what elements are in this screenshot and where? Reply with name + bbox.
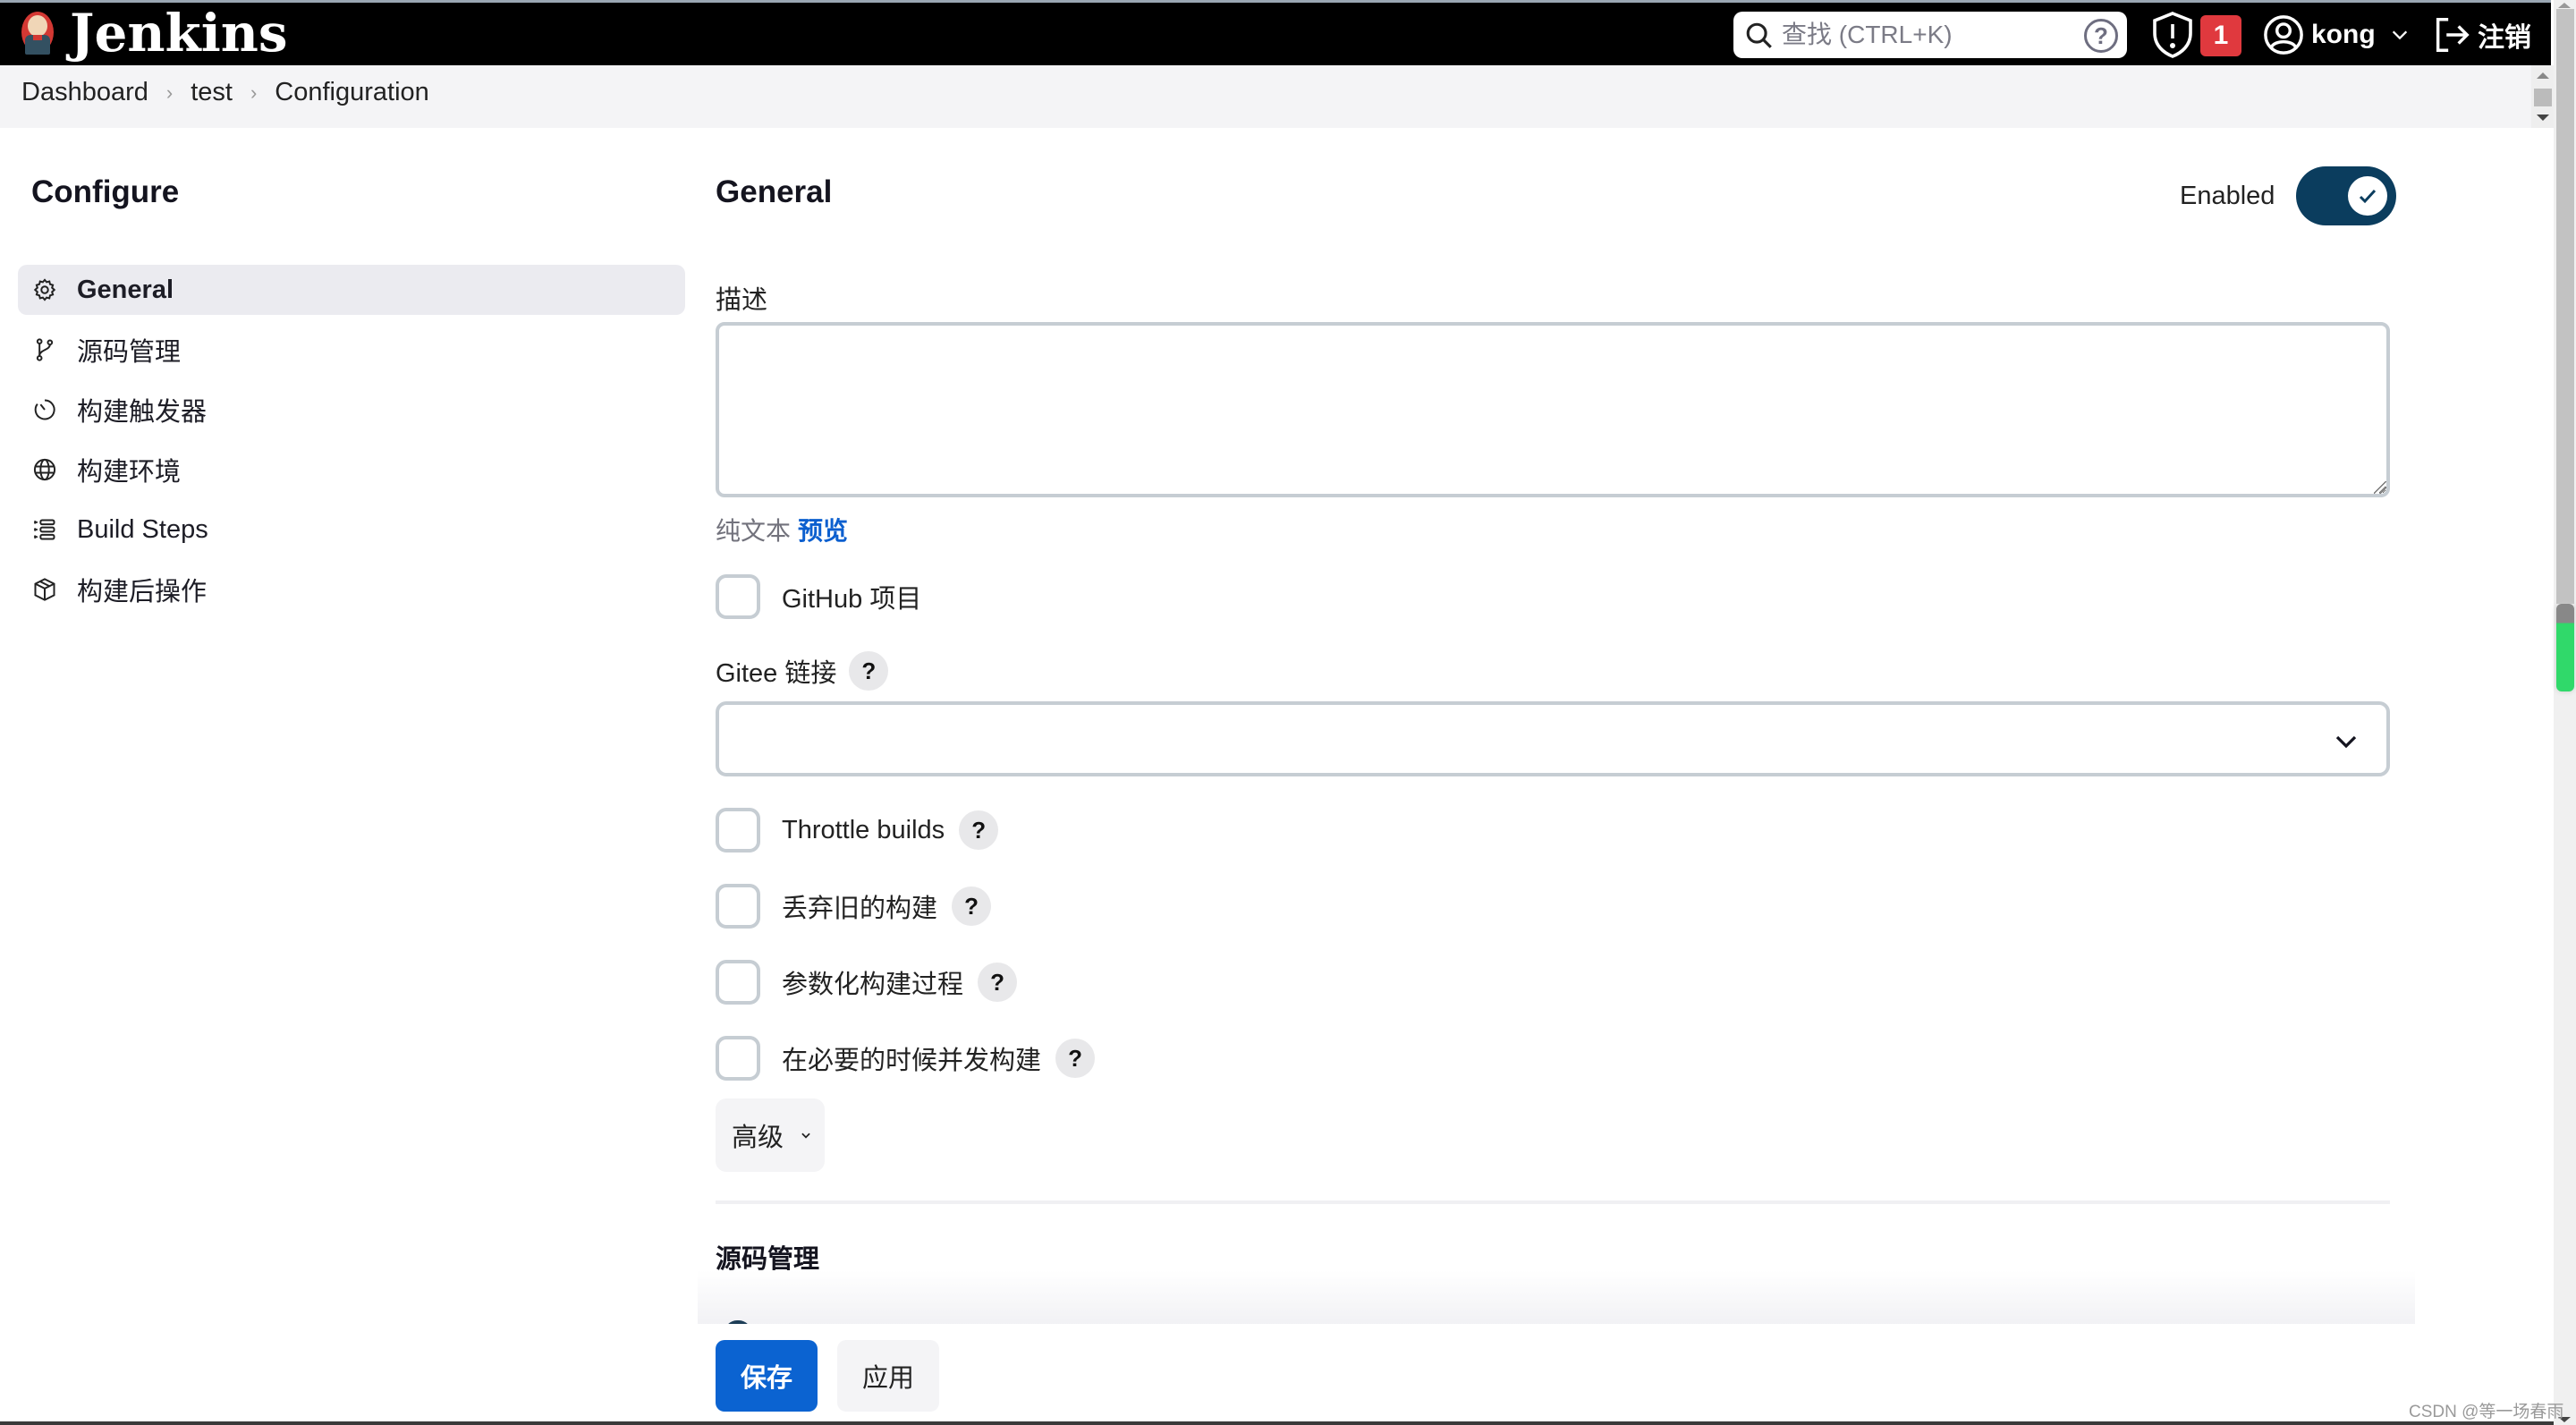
section-divider xyxy=(716,1200,2390,1204)
help-icon[interactable]: ? xyxy=(978,963,1018,1002)
page-scrollbar[interactable] xyxy=(2554,0,2576,1425)
format-plain-text: 纯文本 xyxy=(716,517,792,545)
username: kong xyxy=(2311,20,2376,49)
sidebar-item-scm[interactable]: 源码管理 xyxy=(18,325,685,375)
package-icon xyxy=(34,578,55,601)
sidebar-item-build-environment[interactable]: 构建环境 xyxy=(18,445,685,495)
option-label: 参数化构建过程 xyxy=(782,971,964,999)
toggle-knob xyxy=(2348,176,2388,216)
gitee-connection-select[interactable] xyxy=(716,701,2390,776)
scroll-up-arrow-icon[interactable] xyxy=(2558,3,2571,8)
help-icon[interactable]: ? xyxy=(849,651,889,691)
breadcrumb-bar: Dashboard › test › Configuration xyxy=(0,65,2531,128)
top-navbar: Jenkins ? 1 kong 注销 xyxy=(0,0,2551,65)
sidebar-nav: General 源码管理 构建触发器 构建环境 Build Steps 构建后操… xyxy=(18,265,685,624)
option-label: 丢弃旧的构建 xyxy=(782,895,938,923)
discard-old-builds-checkbox[interactable] xyxy=(716,884,760,929)
breadcrumb: Dashboard › test › Configuration xyxy=(21,78,429,107)
bottom-action-bar xyxy=(698,1324,2551,1425)
gitee-connection-label-group: Gitee 链接 ? xyxy=(716,651,889,691)
gitee-connection-label: Gitee 链接 xyxy=(716,659,837,688)
sidebar-item-general[interactable]: General xyxy=(18,265,685,315)
breadcrumb-configuration[interactable]: Configuration xyxy=(275,78,429,107)
user-menu[interactable]: kong xyxy=(2263,10,2410,60)
advanced-label: 高级 xyxy=(732,1124,784,1152)
option-row: 丢弃旧的构建 ? xyxy=(716,884,992,929)
option-label: Throttle builds xyxy=(782,815,945,844)
search-help-icon[interactable]: ? xyxy=(2084,19,2118,53)
github-project-option: GitHub 项目 xyxy=(716,574,921,619)
sidebar-item-label: 构建环境 xyxy=(77,458,182,487)
breadcrumb-dashboard[interactable]: Dashboard xyxy=(21,78,148,107)
chevron-down-icon xyxy=(2392,30,2407,40)
security-shield-icon[interactable] xyxy=(2151,12,2194,58)
concurrent-builds-checkbox[interactable] xyxy=(716,1036,760,1081)
logout-button[interactable]: 注销 xyxy=(2431,10,2531,60)
logout-label: 注销 xyxy=(2478,23,2531,53)
breadcrumb-separator-icon: › xyxy=(165,81,174,104)
sidebar-item-label: Build Steps xyxy=(77,514,208,544)
advanced-button[interactable]: 高级 xyxy=(716,1098,825,1172)
github-project-label: GitHub 项目 xyxy=(782,585,922,614)
breadcrumb-separator-icon: › xyxy=(250,81,258,104)
help-icon[interactable]: ? xyxy=(952,886,992,926)
description-label: 描述 xyxy=(716,286,768,315)
save-button[interactable]: 保存 xyxy=(716,1340,818,1412)
branch-icon xyxy=(36,338,54,361)
scrollbar-track[interactable] xyxy=(2556,9,2574,604)
scroll-up-arrow-icon[interactable] xyxy=(2537,72,2549,79)
timer-icon xyxy=(34,399,55,420)
option-label: 在必要的时候并发构建 xyxy=(782,1047,1042,1075)
description-textarea[interactable] xyxy=(716,322,2390,497)
sidebar-item-build-steps[interactable]: Build Steps xyxy=(18,505,685,555)
jenkins-logo[interactable]: Jenkins xyxy=(18,6,288,60)
sidebar-item-label: 源码管理 xyxy=(77,338,182,367)
option-row: Throttle builds ? xyxy=(716,808,999,852)
search-input[interactable] xyxy=(1782,17,2068,53)
jenkins-butler-icon xyxy=(18,8,57,58)
globe-icon xyxy=(33,458,56,481)
parameterized-build-checkbox[interactable] xyxy=(716,960,760,1005)
search-icon xyxy=(1746,22,1772,48)
sidebar-item-label: 构建触发器 xyxy=(77,398,208,427)
apply-button[interactable]: 应用 xyxy=(837,1340,939,1412)
option-row: 参数化构建过程 ? xyxy=(716,960,1018,1005)
window-bottom-edge xyxy=(0,1421,2554,1425)
option-row: 在必要的时候并发构建 ? xyxy=(716,1036,1096,1081)
list-icon xyxy=(33,519,55,540)
scroll-fade-overlay xyxy=(698,1270,2415,1324)
gear-icon xyxy=(33,278,56,301)
markup-format: 纯文本 预览 xyxy=(716,512,848,547)
sidebar-item-label: General xyxy=(77,275,174,304)
section-title-general: General xyxy=(716,174,833,209)
enabled-toggle[interactable] xyxy=(2296,166,2397,225)
watermark-text: CSDN @等一场春雨 xyxy=(2409,1403,2564,1421)
breadcrumb-test[interactable]: test xyxy=(191,78,233,107)
check-icon xyxy=(2360,189,2377,204)
enabled-toggle-group: Enabled xyxy=(2180,166,2397,225)
resize-handle-icon[interactable] xyxy=(2374,481,2386,494)
help-icon[interactable]: ? xyxy=(959,810,999,850)
sidebar-item-build-triggers[interactable]: 构建触发器 xyxy=(18,385,685,435)
throttle-builds-checkbox[interactable] xyxy=(716,808,760,852)
scroll-down-arrow-icon[interactable] xyxy=(2537,115,2549,121)
preview-link[interactable]: 预览 xyxy=(798,517,848,545)
breadcrumb-scrollbar[interactable] xyxy=(2531,65,2554,128)
user-avatar-icon xyxy=(2264,15,2303,55)
sidebar-item-label: 构建后操作 xyxy=(77,578,208,606)
help-icon[interactable]: ? xyxy=(1055,1039,1096,1078)
app-name: Jenkins xyxy=(70,3,288,64)
sidebar-item-post-build-actions[interactable]: 构建后操作 xyxy=(18,564,685,615)
github-project-checkbox[interactable] xyxy=(716,574,760,619)
enabled-label: Enabled xyxy=(2180,181,2275,210)
scrollbar-thumb[interactable] xyxy=(2534,89,2552,106)
logout-icon xyxy=(2436,18,2470,52)
chevron-down-icon xyxy=(801,1132,810,1139)
search-box[interactable]: ? xyxy=(1733,12,2127,58)
chevron-down-icon xyxy=(2335,735,2357,749)
sidebar-title: Configure xyxy=(31,174,180,209)
security-badge-count[interactable]: 1 xyxy=(2200,15,2241,56)
scrollbar-thumb[interactable] xyxy=(2556,604,2574,691)
